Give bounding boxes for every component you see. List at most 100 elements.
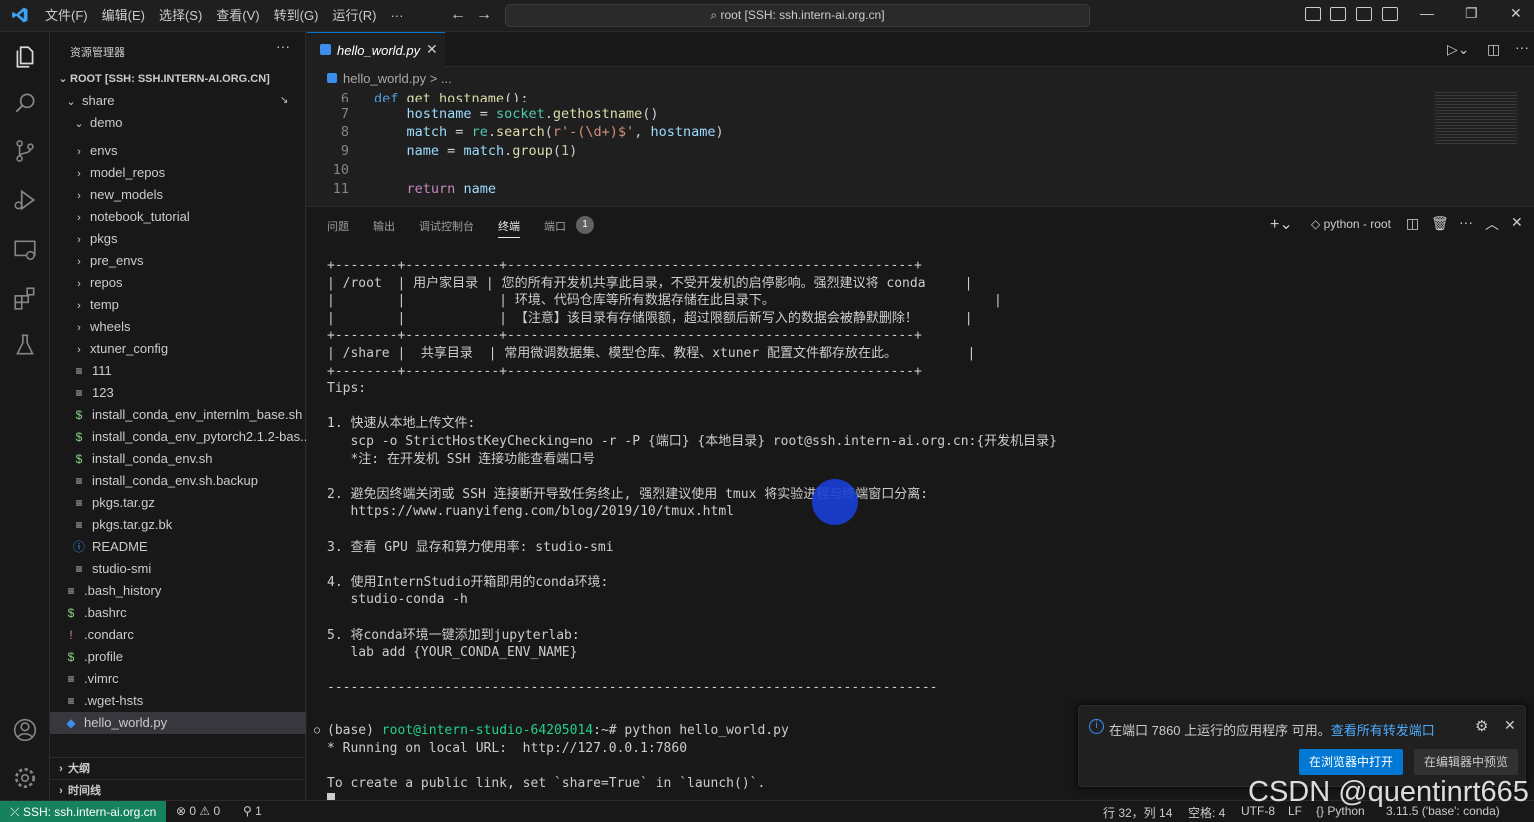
- tree-item[interactable]: › repos: [50, 272, 306, 294]
- new-terminal-icon[interactable]: +⌄: [1270, 214, 1293, 234]
- workspace-root[interactable]: ⌄ ROOT [SSH: SSH.INTERN-AI.ORG.CN]: [50, 68, 306, 90]
- tree-item[interactable]: ⌄ share ↘: [50, 90, 306, 112]
- tree-item[interactable]: ⌄ demo: [50, 112, 306, 134]
- tab-hello-world[interactable]: hello_world.py ✕: [307, 32, 445, 67]
- prompt-user: root@intern-studio-64205014: [381, 723, 594, 738]
- tab-output[interactable]: 输出: [373, 218, 395, 234]
- tree-item[interactable]: $ install_conda_env.sh: [50, 448, 306, 470]
- panel-more-icon[interactable]: ···: [1459, 214, 1473, 230]
- toggle-secondary-sidebar-icon[interactable]: [1356, 7, 1372, 21]
- terminal-selector[interactable]: ◇ python - root: [1311, 217, 1391, 231]
- timeline-section[interactable]: › 时间线: [50, 779, 306, 801]
- tree-item[interactable]: ≡ pkgs.tar.gz.bk: [50, 514, 306, 536]
- account-icon[interactable]: [12, 717, 38, 743]
- command-decoration-icon[interactable]: ○: [314, 722, 320, 740]
- menu-file[interactable]: 文件(F): [38, 4, 95, 28]
- tree-item[interactable]: $ .bashrc: [50, 602, 306, 624]
- csdn-watermark: CSDN @quentinrt665: [1248, 776, 1529, 808]
- editor-more-icon[interactable]: ···: [1515, 39, 1529, 55]
- settings-gear-icon[interactable]: [12, 765, 38, 791]
- extensions-icon[interactable]: [12, 285, 38, 311]
- menu-edit[interactable]: 编辑(E): [95, 4, 152, 28]
- close-window-icon[interactable]: ✕: [1510, 5, 1522, 22]
- close-panel-icon[interactable]: ✕: [1511, 214, 1523, 231]
- terminal-line: ----------------------------------------…: [327, 680, 938, 696]
- menu-go[interactable]: 转到(G): [267, 4, 326, 28]
- preview-in-editor-button[interactable]: 在编辑器中预览: [1414, 749, 1519, 775]
- back-arrow-icon[interactable]: ←: [450, 6, 466, 24]
- tree-item[interactable]: ≡ install_conda_env.sh.backup: [50, 470, 306, 492]
- menu-view[interactable]: 查看(V): [209, 4, 266, 28]
- tab-terminal[interactable]: 终端: [498, 218, 520, 238]
- menu-more[interactable]: ···: [383, 4, 410, 28]
- split-terminal-icon[interactable]: ◫: [1406, 215, 1419, 232]
- tree-item[interactable]: ≡ studio-smi: [50, 558, 306, 580]
- tree-item[interactable]: $ .profile: [50, 646, 306, 668]
- tree-item[interactable]: › model_repos: [50, 162, 306, 184]
- source-control-icon[interactable]: [12, 138, 38, 164]
- remote-indicator[interactable]: ⤫ SSH: ssh.intern-ai.org.cn: [0, 801, 166, 822]
- tab-problems[interactable]: 问题: [327, 218, 349, 234]
- problems-status[interactable]: ⊗ 0 ⚠ 0: [176, 804, 220, 818]
- tree-item[interactable]: $ install_conda_env_pytorch2.1.2-bas...: [50, 426, 306, 448]
- tree-item[interactable]: ! .condarc: [50, 624, 306, 646]
- tree-item[interactable]: › temp: [50, 294, 306, 316]
- menu-run[interactable]: 运行(R): [325, 4, 383, 28]
- menu-selection[interactable]: 选择(S): [152, 4, 209, 28]
- code-editor[interactable]: 6 def get_hostname(): 7 hostname = socket…: [307, 90, 1534, 205]
- tree-item[interactable]: $ install_conda_env_internlm_base.sh: [50, 404, 306, 426]
- forward-arrow-icon[interactable]: →: [476, 6, 492, 24]
- tab-debug-console[interactable]: 调试控制台: [419, 218, 474, 234]
- indentation[interactable]: 空格: 4: [1188, 804, 1225, 821]
- close-notification-icon[interactable]: ✕: [1504, 717, 1516, 734]
- tree-item[interactable]: › wheels: [50, 316, 306, 338]
- trash-icon[interactable]: 🗑: [1431, 215, 1449, 232]
- tree-item[interactable]: ◆ hello_world.py: [50, 712, 306, 734]
- chevron-right-icon: ›: [77, 234, 81, 246]
- new-file-icon[interactable]: ↘: [280, 90, 288, 112]
- command-center-label: root [SSH: ssh.intern-ai.org.cn]: [720, 8, 885, 22]
- open-in-browser-button[interactable]: 在浏览器中打开: [1299, 749, 1404, 775]
- cursor-position[interactable]: 行 32，列 14: [1103, 804, 1172, 821]
- chevron-right-icon: ›: [77, 212, 81, 224]
- tree-item[interactable]: ≡ 123: [50, 382, 306, 404]
- remote-label: SSH: ssh.intern-ai.org.cn: [22, 805, 157, 819]
- customize-layout-icon[interactable]: [1382, 7, 1398, 21]
- breadcrumb-path[interactable]: hello_world.py > ...: [343, 71, 452, 86]
- toggle-panel-icon[interactable]: [1330, 7, 1346, 21]
- tree-item[interactable]: › pkgs: [50, 228, 306, 250]
- tree-item[interactable]: ≡ .bash_history: [50, 580, 306, 602]
- maximize-panel-icon[interactable]: ︿: [1485, 214, 1499, 234]
- tree-item[interactable]: › envs: [50, 140, 306, 162]
- explorer-more-icon[interactable]: ···: [276, 38, 290, 54]
- view-ports-link[interactable]: 查看所有转发端口: [1331, 723, 1435, 738]
- tree-item[interactable]: ≡ .vimrc: [50, 668, 306, 690]
- minimize-icon[interactable]: —: [1420, 5, 1434, 21]
- gear-icon[interactable]: ⚙: [1475, 717, 1488, 735]
- run-python-file-icon[interactable]: ▷⌄: [1447, 41, 1470, 58]
- testing-icon[interactable]: [12, 332, 38, 358]
- close-tab-icon[interactable]: ✕: [426, 41, 438, 58]
- tree-item[interactable]: › new_models: [50, 184, 306, 206]
- tree-item[interactable]: › xtuner_config: [50, 338, 306, 360]
- explorer-icon[interactable]: [12, 44, 38, 70]
- restore-icon[interactable]: ❐: [1465, 5, 1478, 22]
- terminal-output-line: To create a public link, set `share=True…: [327, 776, 766, 792]
- run-debug-icon[interactable]: [12, 187, 38, 213]
- minimap[interactable]: [1435, 90, 1517, 145]
- tree-item[interactable]: ≡ 111: [50, 360, 306, 382]
- split-editor-icon[interactable]: ◫: [1487, 41, 1500, 58]
- tree-item[interactable]: ≡ pkgs.tar.gz: [50, 492, 306, 514]
- tree-item[interactable]: ⓘ README: [50, 536, 306, 558]
- command-center-search[interactable]: ⌕ root [SSH: ssh.intern-ai.org.cn]: [505, 4, 1090, 27]
- ports-status[interactable]: ⚲ 1: [243, 804, 262, 818]
- tab-ports[interactable]: 端口: [544, 218, 566, 234]
- toggle-sidebar-icon[interactable]: [1305, 7, 1321, 21]
- outline-section[interactable]: › 大纲: [50, 757, 306, 779]
- tree-item-label: temp: [90, 297, 119, 312]
- tree-item[interactable]: ≡ .wget-hsts: [50, 690, 306, 712]
- tree-item[interactable]: › notebook_tutorial: [50, 206, 306, 228]
- search-icon[interactable]: [12, 90, 38, 116]
- remote-explorer-icon[interactable]: [12, 237, 38, 263]
- tree-item[interactable]: › pre_envs: [50, 250, 306, 272]
